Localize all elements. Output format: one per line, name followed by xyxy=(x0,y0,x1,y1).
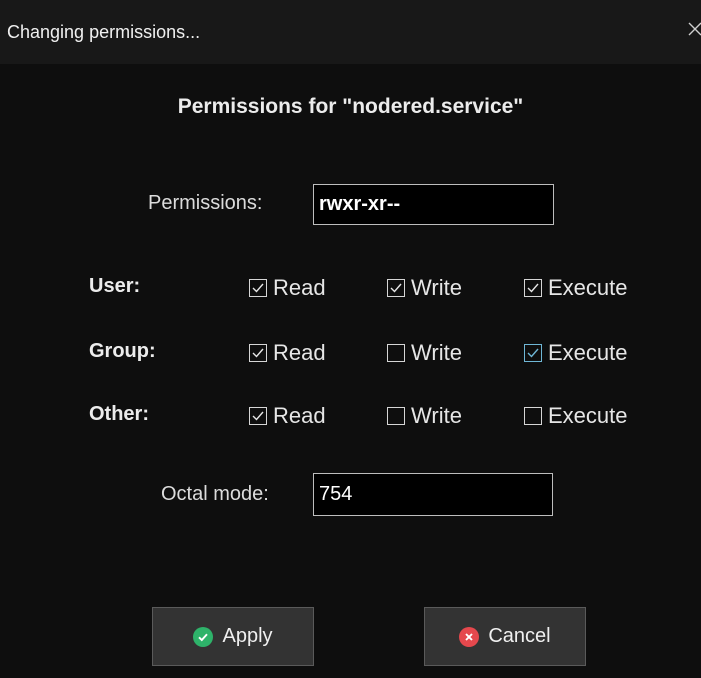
checkbox-box xyxy=(249,279,267,297)
checkbox-box xyxy=(249,407,267,425)
dialog-heading: Permissions for "nodered.service" xyxy=(177,95,524,118)
check-icon xyxy=(527,283,539,293)
title-bar: Changing permissions... xyxy=(0,0,701,64)
checkbox-label: Read xyxy=(273,340,326,365)
check-icon xyxy=(252,283,264,293)
x-circle-icon xyxy=(459,626,480,647)
checkbox-label: Write xyxy=(411,275,462,300)
user-execute-checkbox[interactable]: Execute xyxy=(524,275,628,301)
check-icon xyxy=(252,348,264,358)
checkbox-box xyxy=(387,344,405,362)
checkbox-label: Execute xyxy=(548,340,628,365)
group-write-checkbox[interactable]: Write xyxy=(387,340,462,366)
octal-mode-input[interactable] xyxy=(313,473,553,516)
row-label-group: Group: xyxy=(89,340,156,362)
other-execute-checkbox[interactable]: Execute xyxy=(524,403,628,429)
apply-label: Apply xyxy=(222,625,273,647)
user-write-checkbox[interactable]: Write xyxy=(387,275,462,301)
check-icon xyxy=(252,411,264,421)
checkbox-box xyxy=(524,407,542,425)
checkbox-label: Execute xyxy=(548,403,628,428)
dialog-body xyxy=(0,64,701,678)
row-label-other: Other: xyxy=(89,403,149,425)
permissions-input[interactable] xyxy=(313,184,554,225)
other-read-checkbox[interactable]: Read xyxy=(249,403,326,429)
close-button[interactable] xyxy=(684,18,701,42)
permissions-label: Permissions: xyxy=(148,192,263,214)
checkbox-label: Write xyxy=(411,340,462,365)
group-read-checkbox[interactable]: Read xyxy=(249,340,326,366)
user-read-checkbox[interactable]: Read xyxy=(249,275,326,301)
other-write-checkbox[interactable]: Write xyxy=(387,403,462,429)
apply-button[interactable]: Apply xyxy=(152,607,314,666)
checkbox-box xyxy=(387,279,405,297)
octal-mode-label: Octal mode: xyxy=(161,483,269,505)
checkbox-label: Read xyxy=(273,403,326,428)
checkbox-box xyxy=(524,344,542,362)
cancel-button[interactable]: Cancel xyxy=(424,607,586,666)
cancel-label: Cancel xyxy=(488,625,551,647)
checkbox-box xyxy=(524,279,542,297)
close-icon xyxy=(688,22,701,36)
checkbox-label: Read xyxy=(273,275,326,300)
checkbox-label: Write xyxy=(411,403,462,428)
group-execute-checkbox[interactable]: Execute xyxy=(524,340,628,366)
checkbox-box xyxy=(249,344,267,362)
checkbox-label: Execute xyxy=(548,275,628,300)
checkmark-circle-icon xyxy=(193,626,214,647)
checkbox-box xyxy=(387,407,405,425)
check-icon xyxy=(527,348,539,358)
row-label-user: User: xyxy=(89,275,141,297)
window-title: Changing permissions... xyxy=(7,22,201,42)
check-icon xyxy=(390,283,402,293)
